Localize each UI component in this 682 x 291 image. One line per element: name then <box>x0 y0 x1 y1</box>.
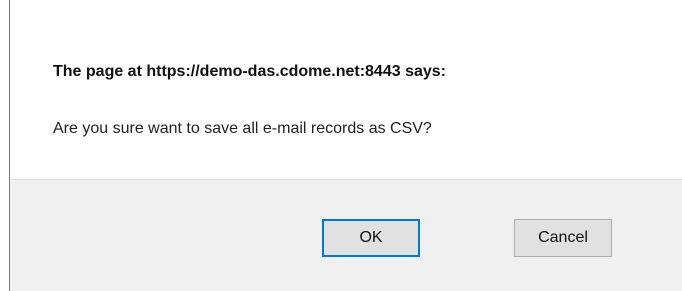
dialog-content <box>10 0 682 179</box>
confirm-dialog: The page at https://demo-das.cdome.net:8… <box>0 0 682 291</box>
cancel-button[interactable]: Cancel <box>514 219 612 257</box>
dialog-message: Are you sure want to save all e-mail rec… <box>53 120 432 137</box>
dialog-title: The page at https://demo-das.cdome.net:8… <box>53 63 446 80</box>
ok-button[interactable]: OK <box>322 219 420 257</box>
